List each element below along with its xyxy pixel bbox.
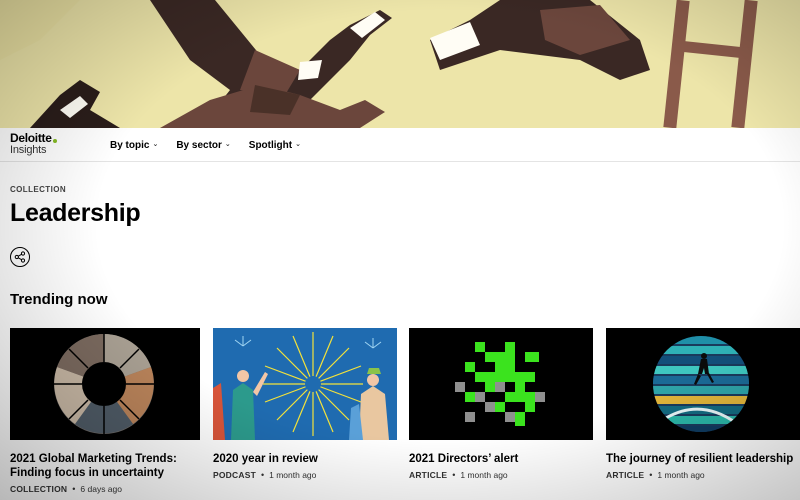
nav-item-label: By sector (176, 139, 222, 151)
meta-separator: • (260, 470, 265, 480)
logo-wordmark: Deloitte (10, 131, 52, 145)
card-thumbnail (213, 328, 397, 440)
card-meta: COLLECTION • 6 days ago (10, 484, 200, 494)
chevron-down-icon: ⌄ (224, 141, 231, 148)
card-type: COLLECTION (10, 484, 68, 494)
nav-item-spotlight[interactable]: Spotlight ⌄ (249, 140, 301, 151)
card-meta: ARTICLE • 1 month ago (409, 470, 593, 480)
nav-item-by-topic[interactable]: By topic ⌄ (110, 140, 158, 151)
trending-cards: 2021 Global Marketing Trends: Finding fo… (10, 328, 800, 500)
logo-subtitle: Insights (10, 144, 47, 156)
photo-ring-image (10, 328, 200, 440)
trending-heading: Trending now (10, 291, 108, 308)
share-button[interactable] (10, 247, 30, 267)
trending-card[interactable]: 2020 year in review PODCAST • 1 month ag… (213, 328, 397, 480)
trending-card[interactable]: The journey of resilient leadership ARTI… (606, 328, 800, 480)
card-time: 1 month ago (460, 470, 508, 480)
card-meta: PODCAST • 1 month ago (213, 470, 397, 480)
card-type: ARTICLE (409, 470, 448, 480)
pixel-hashtag-image (409, 328, 593, 440)
top-nav: Deloitte Insights By topic ⌄ By sector ⌄… (0, 128, 800, 162)
journey-globe-image (606, 328, 800, 440)
card-thumbnail (10, 328, 200, 440)
page-title: Leadership (10, 199, 141, 227)
trending-card[interactable]: 2021 Global Marketing Trends: Finding fo… (10, 328, 200, 494)
meta-separator: • (649, 470, 653, 480)
logo-dot-icon (52, 138, 57, 143)
fireworks-image (213, 328, 397, 440)
card-title[interactable]: The journey of resilient leadership (606, 452, 800, 466)
card-thumbnail (606, 328, 800, 440)
card-title[interactable]: 2021 Global Marketing Trends: Finding fo… (10, 452, 200, 480)
nav-item-by-sector[interactable]: By sector ⌄ (176, 140, 230, 151)
card-time: 1 month ago (657, 470, 705, 480)
trending-card[interactable]: 2021 Directors’ alert ARTICLE • 1 month … (409, 328, 593, 480)
card-time: 6 days ago (80, 484, 122, 494)
deloitte-insights-logo[interactable]: Deloitte Insights (10, 132, 70, 158)
meta-separator: • (72, 484, 76, 494)
meta-separator: • (452, 470, 456, 480)
card-type: PODCAST (213, 470, 256, 480)
nav-item-label: By topic (110, 139, 150, 151)
hero-banner (0, 0, 800, 128)
chevron-down-icon: ⌄ (295, 141, 301, 148)
share-icon (14, 251, 26, 263)
geese-illustration (0, 0, 800, 128)
card-title[interactable]: 2020 year in review (213, 452, 397, 466)
card-title[interactable]: 2021 Directors’ alert (409, 452, 593, 466)
chevron-down-icon: ⌄ (152, 141, 159, 148)
nav-item-label: Spotlight (248, 139, 293, 151)
nav-menu: By topic ⌄ By sector ⌄ Spotlight ⌄ (110, 128, 301, 162)
card-type: ARTICLE (606, 470, 645, 480)
card-thumbnail (409, 328, 593, 440)
collection-eyebrow: COLLECTION (10, 185, 66, 194)
card-meta: ARTICLE • 1 month ago (606, 470, 800, 480)
card-time: 1 month ago (269, 470, 317, 480)
